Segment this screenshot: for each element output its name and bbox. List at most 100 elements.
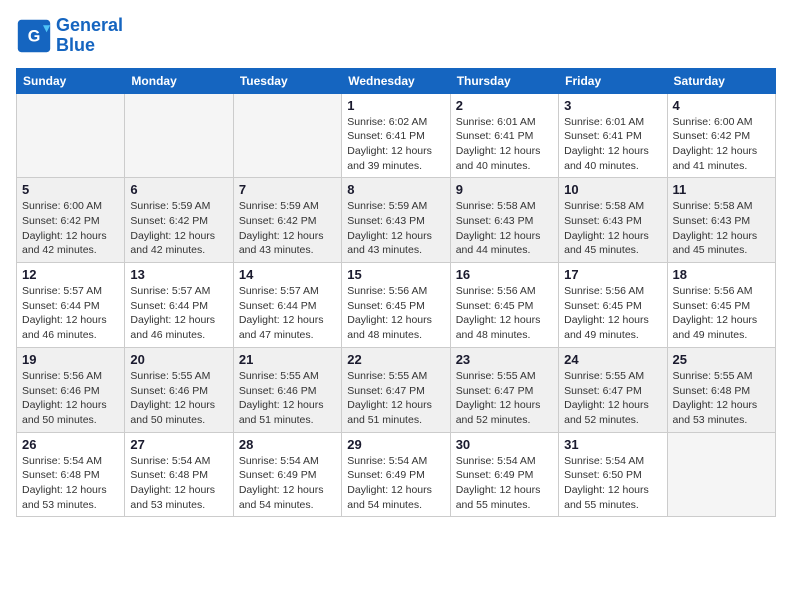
day-info: Sunrise: 5:57 AMSunset: 6:44 PMDaylight:… — [130, 284, 227, 343]
calendar-day-cell: 24 Sunrise: 5:55 AMSunset: 6:47 PMDayligh… — [559, 347, 667, 432]
weekday-header-sunday: Sunday — [17, 68, 125, 93]
calendar-day-cell — [125, 93, 233, 178]
calendar-day-cell: 21 Sunrise: 5:55 AMSunset: 6:46 PMDayligh… — [233, 347, 341, 432]
day-number: 9 — [456, 182, 553, 197]
day-number: 29 — [347, 437, 444, 452]
calendar-day-cell: 16 Sunrise: 5:56 AMSunset: 6:45 PMDayligh… — [450, 263, 558, 348]
day-info: Sunrise: 5:56 AMSunset: 6:46 PMDaylight:… — [22, 369, 119, 428]
day-info: Sunrise: 5:58 AMSunset: 6:43 PMDaylight:… — [564, 199, 661, 258]
day-number: 8 — [347, 182, 444, 197]
day-number: 22 — [347, 352, 444, 367]
calendar-week-1: 1 Sunrise: 6:02 AMSunset: 6:41 PMDaylight… — [17, 93, 776, 178]
weekday-header-wednesday: Wednesday — [342, 68, 450, 93]
day-info: Sunrise: 6:02 AMSunset: 6:41 PMDaylight:… — [347, 115, 444, 174]
day-info: Sunrise: 5:54 AMSunset: 6:49 PMDaylight:… — [456, 454, 553, 513]
day-number: 11 — [673, 182, 770, 197]
weekday-header-row: SundayMondayTuesdayWednesdayThursdayFrid… — [17, 68, 776, 93]
calendar-day-cell: 29 Sunrise: 5:54 AMSunset: 6:49 PMDayligh… — [342, 432, 450, 517]
calendar-day-cell: 25 Sunrise: 5:55 AMSunset: 6:48 PMDayligh… — [667, 347, 775, 432]
day-number: 28 — [239, 437, 336, 452]
logo-icon: G — [16, 18, 52, 54]
day-info: Sunrise: 5:55 AMSunset: 6:46 PMDaylight:… — [239, 369, 336, 428]
calendar-day-cell: 27 Sunrise: 5:54 AMSunset: 6:48 PMDayligh… — [125, 432, 233, 517]
calendar-day-cell: 15 Sunrise: 5:56 AMSunset: 6:45 PMDayligh… — [342, 263, 450, 348]
calendar-day-cell: 12 Sunrise: 5:57 AMSunset: 6:44 PMDayligh… — [17, 263, 125, 348]
day-number: 12 — [22, 267, 119, 282]
day-info: Sunrise: 6:00 AMSunset: 6:42 PMDaylight:… — [22, 199, 119, 258]
day-number: 27 — [130, 437, 227, 452]
day-info: Sunrise: 5:54 AMSunset: 6:50 PMDaylight:… — [564, 454, 661, 513]
weekday-header-saturday: Saturday — [667, 68, 775, 93]
day-info: Sunrise: 5:57 AMSunset: 6:44 PMDaylight:… — [239, 284, 336, 343]
calendar-day-cell: 23 Sunrise: 5:55 AMSunset: 6:47 PMDayligh… — [450, 347, 558, 432]
day-number: 23 — [456, 352, 553, 367]
calendar-day-cell: 9 Sunrise: 5:58 AMSunset: 6:43 PMDaylight… — [450, 178, 558, 263]
day-number: 10 — [564, 182, 661, 197]
day-info: Sunrise: 6:01 AMSunset: 6:41 PMDaylight:… — [564, 115, 661, 174]
day-number: 14 — [239, 267, 336, 282]
day-info: Sunrise: 5:56 AMSunset: 6:45 PMDaylight:… — [564, 284, 661, 343]
day-info: Sunrise: 5:56 AMSunset: 6:45 PMDaylight:… — [456, 284, 553, 343]
svg-text:G: G — [28, 27, 41, 45]
day-info: Sunrise: 5:58 AMSunset: 6:43 PMDaylight:… — [673, 199, 770, 258]
day-number: 6 — [130, 182, 227, 197]
day-info: Sunrise: 5:58 AMSunset: 6:43 PMDaylight:… — [456, 199, 553, 258]
calendar-day-cell: 14 Sunrise: 5:57 AMSunset: 6:44 PMDayligh… — [233, 263, 341, 348]
day-info: Sunrise: 5:55 AMSunset: 6:46 PMDaylight:… — [130, 369, 227, 428]
day-number: 15 — [347, 267, 444, 282]
calendar-day-cell: 31 Sunrise: 5:54 AMSunset: 6:50 PMDayligh… — [559, 432, 667, 517]
calendar-week-2: 5Sunrise: 6:00 AMSunset: 6:42 PMDaylight… — [17, 178, 776, 263]
day-number: 7 — [239, 182, 336, 197]
calendar-day-cell: 4 Sunrise: 6:00 AMSunset: 6:42 PMDaylight… — [667, 93, 775, 178]
day-info: Sunrise: 5:54 AMSunset: 6:49 PMDaylight:… — [347, 454, 444, 513]
calendar-day-cell — [233, 93, 341, 178]
weekday-header-thursday: Thursday — [450, 68, 558, 93]
calendar-day-cell: 13Sunrise: 5:57 AMSunset: 6:44 PMDayligh… — [125, 263, 233, 348]
day-number: 21 — [239, 352, 336, 367]
day-info: Sunrise: 5:54 AMSunset: 6:48 PMDaylight:… — [130, 454, 227, 513]
day-info: Sunrise: 5:56 AMSunset: 6:45 PMDaylight:… — [347, 284, 444, 343]
calendar-day-cell: 18 Sunrise: 5:56 AMSunset: 6:45 PMDayligh… — [667, 263, 775, 348]
day-info: Sunrise: 5:59 AMSunset: 6:42 PMDaylight:… — [239, 199, 336, 258]
calendar-day-cell: 3 Sunrise: 6:01 AMSunset: 6:41 PMDaylight… — [559, 93, 667, 178]
day-info: Sunrise: 5:59 AMSunset: 6:42 PMDaylight:… — [130, 199, 227, 258]
calendar-day-cell: 22 Sunrise: 5:55 AMSunset: 6:47 PMDayligh… — [342, 347, 450, 432]
weekday-header-tuesday: Tuesday — [233, 68, 341, 93]
day-info: Sunrise: 5:59 AMSunset: 6:43 PMDaylight:… — [347, 199, 444, 258]
day-info: Sunrise: 5:55 AMSunset: 6:47 PMDaylight:… — [564, 369, 661, 428]
calendar-day-cell: 6 Sunrise: 5:59 AMSunset: 6:42 PMDaylight… — [125, 178, 233, 263]
day-number: 20 — [130, 352, 227, 367]
day-number: 30 — [456, 437, 553, 452]
weekday-header-monday: Monday — [125, 68, 233, 93]
calendar-day-cell: 20 Sunrise: 5:55 AMSunset: 6:46 PMDayligh… — [125, 347, 233, 432]
calendar-day-cell: 28 Sunrise: 5:54 AMSunset: 6:49 PMDayligh… — [233, 432, 341, 517]
calendar-day-cell: 10 Sunrise: 5:58 AMSunset: 6:43 PMDayligh… — [559, 178, 667, 263]
day-info: Sunrise: 5:56 AMSunset: 6:45 PMDaylight:… — [673, 284, 770, 343]
day-number: 18 — [673, 267, 770, 282]
day-info: Sunrise: 5:55 AMSunset: 6:47 PMDaylight:… — [456, 369, 553, 428]
logo-text: General Blue — [56, 16, 123, 56]
day-number: 1 — [347, 98, 444, 113]
calendar-day-cell — [667, 432, 775, 517]
calendar-day-cell: 11 Sunrise: 5:58 AMSunset: 6:43 PMDayligh… — [667, 178, 775, 263]
calendar-day-cell: 2Sunrise: 6:01 AMSunset: 6:41 PMDaylight… — [450, 93, 558, 178]
calendar-table: SundayMondayTuesdayWednesdayThursdayFrid… — [16, 68, 776, 518]
day-info: Sunrise: 5:55 AMSunset: 6:47 PMDaylight:… — [347, 369, 444, 428]
day-number: 24 — [564, 352, 661, 367]
day-info: Sunrise: 6:00 AMSunset: 6:42 PMDaylight:… — [673, 115, 770, 174]
day-number: 31 — [564, 437, 661, 452]
calendar-day-cell: 26Sunrise: 5:54 AMSunset: 6:48 PMDayligh… — [17, 432, 125, 517]
day-number: 19 — [22, 352, 119, 367]
calendar-day-cell — [17, 93, 125, 178]
day-info: Sunrise: 5:54 AMSunset: 6:49 PMDaylight:… — [239, 454, 336, 513]
day-number: 25 — [673, 352, 770, 367]
day-number: 26 — [22, 437, 119, 452]
day-number: 17 — [564, 267, 661, 282]
day-info: Sunrise: 5:55 AMSunset: 6:48 PMDaylight:… — [673, 369, 770, 428]
day-number: 16 — [456, 267, 553, 282]
day-info: Sunrise: 5:57 AMSunset: 6:44 PMDaylight:… — [22, 284, 119, 343]
page-header: G General Blue — [16, 16, 776, 56]
day-number: 4 — [673, 98, 770, 113]
calendar-day-cell: 5Sunrise: 6:00 AMSunset: 6:42 PMDaylight… — [17, 178, 125, 263]
day-number: 3 — [564, 98, 661, 113]
